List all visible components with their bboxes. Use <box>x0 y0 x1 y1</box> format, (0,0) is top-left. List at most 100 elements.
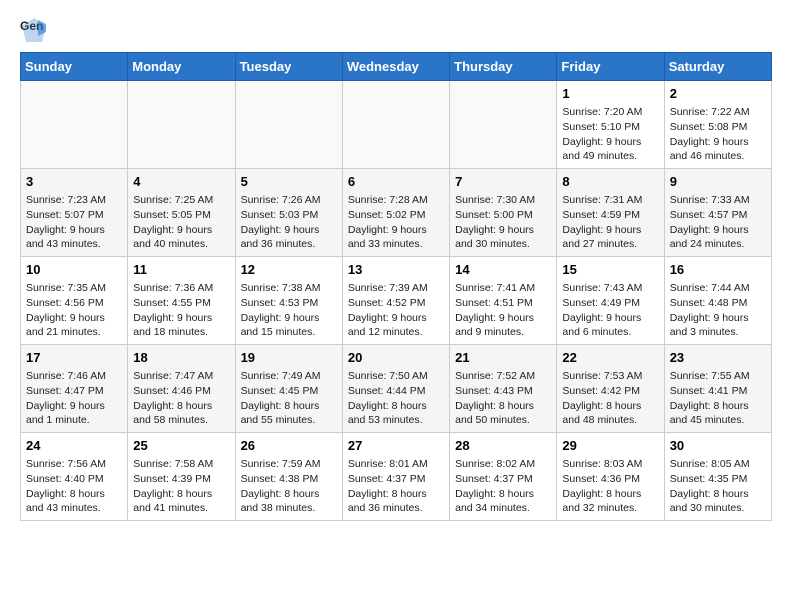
weekday-header: Monday <box>128 53 235 81</box>
calendar-cell <box>450 81 557 169</box>
day-number: 4 <box>133 173 229 191</box>
day-number: 20 <box>348 349 444 367</box>
calendar-cell: 4Sunrise: 7:25 AM Sunset: 5:05 PM Daylig… <box>128 169 235 257</box>
calendar-cell: 10 Sunrise: 7:35 AM Sunset: 4:56 PM Dayli… <box>21 257 128 345</box>
weekday-header: Wednesday <box>342 53 449 81</box>
day-number: 17 <box>26 349 122 367</box>
day-info: Sunrise: 7:36 AM Sunset: 4:55 PM Dayligh… <box>133 281 229 340</box>
day-number: 9 <box>670 173 766 191</box>
logo: Gen <box>20 16 52 44</box>
day-info: Sunrise: 7:59 AM Sunset: 4:38 PM Dayligh… <box>241 457 337 516</box>
day-info: Sunrise: 8:01 AM Sunset: 4:37 PM Dayligh… <box>348 457 444 516</box>
calendar-cell: 2 Sunrise: 7:22 AM Sunset: 5:08 PM Daylig… <box>664 81 771 169</box>
day-info: Sunrise: 7:49 AM Sunset: 4:45 PM Dayligh… <box>241 369 337 428</box>
calendar-cell: 11 Sunrise: 7:36 AM Sunset: 4:55 PM Dayli… <box>128 257 235 345</box>
day-info: Sunrise: 7:39 AM Sunset: 4:52 PM Dayligh… <box>348 281 444 340</box>
calendar-cell: 6 Sunrise: 7:28 AM Sunset: 5:02 PM Daylig… <box>342 169 449 257</box>
weekday-header: Tuesday <box>235 53 342 81</box>
day-info: Sunrise: 7:41 AM Sunset: 4:51 PM Dayligh… <box>455 281 551 340</box>
day-info: Sunrise: 7:50 AM Sunset: 4:44 PM Dayligh… <box>348 369 444 428</box>
day-info: Sunrise: 7:44 AM Sunset: 4:48 PM Dayligh… <box>670 281 766 340</box>
day-info: Sunrise: 7:52 AM Sunset: 4:43 PM Dayligh… <box>455 369 551 428</box>
day-number: 30 <box>670 437 766 455</box>
calendar-cell: 12 Sunrise: 7:38 AM Sunset: 4:53 PM Dayli… <box>235 257 342 345</box>
calendar-week-row: 1 Sunrise: 7:20 AM Sunset: 5:10 PM Daylig… <box>21 81 772 169</box>
day-number: 12 <box>241 261 337 279</box>
day-number: 7 <box>455 173 551 191</box>
calendar-cell: 16 Sunrise: 7:44 AM Sunset: 4:48 PM Dayli… <box>664 257 771 345</box>
day-number: 24 <box>26 437 122 455</box>
day-info: Sunrise: 8:02 AM Sunset: 4:37 PM Dayligh… <box>455 457 551 516</box>
weekday-header: Sunday <box>21 53 128 81</box>
calendar-cell: 30 Sunrise: 8:05 AM Sunset: 4:35 PM Dayli… <box>664 433 771 521</box>
calendar-cell <box>342 81 449 169</box>
day-info: Sunrise: 7:46 AM Sunset: 4:47 PM Dayligh… <box>26 369 122 428</box>
day-number: 3 <box>26 173 122 191</box>
calendar-cell: 9 Sunrise: 7:33 AM Sunset: 4:57 PM Daylig… <box>664 169 771 257</box>
day-info: Sunrise: 7:26 AM Sunset: 5:03 PM Dayligh… <box>241 193 337 252</box>
calendar-week-row: 24 Sunrise: 7:56 AM Sunset: 4:40 PM Dayli… <box>21 433 772 521</box>
day-number: 27 <box>348 437 444 455</box>
calendar-cell: 14Sunrise: 7:41 AM Sunset: 4:51 PM Dayli… <box>450 257 557 345</box>
day-number: 19 <box>241 349 337 367</box>
calendar-cell <box>235 81 342 169</box>
calendar-cell: 13 Sunrise: 7:39 AM Sunset: 4:52 PM Dayli… <box>342 257 449 345</box>
day-info: Sunrise: 8:03 AM Sunset: 4:36 PM Dayligh… <box>562 457 658 516</box>
day-number: 1 <box>562 85 658 103</box>
day-info: Sunrise: 7:47 AM Sunset: 4:46 PM Dayligh… <box>133 369 229 428</box>
day-number: 10 <box>26 261 122 279</box>
day-number: 13 <box>348 261 444 279</box>
day-number: 16 <box>670 261 766 279</box>
calendar-cell: 1 Sunrise: 7:20 AM Sunset: 5:10 PM Daylig… <box>557 81 664 169</box>
day-info: Sunrise: 7:33 AM Sunset: 4:57 PM Dayligh… <box>670 193 766 252</box>
calendar-cell <box>21 81 128 169</box>
calendar-cell: 7Sunrise: 7:30 AM Sunset: 5:00 PM Daylig… <box>450 169 557 257</box>
calendar-cell: 24 Sunrise: 7:56 AM Sunset: 4:40 PM Dayli… <box>21 433 128 521</box>
calendar-cell: 3 Sunrise: 7:23 AM Sunset: 5:07 PM Daylig… <box>21 169 128 257</box>
calendar-cell: 22Sunrise: 7:53 AM Sunset: 4:42 PM Dayli… <box>557 345 664 433</box>
day-info: Sunrise: 7:20 AM Sunset: 5:10 PM Dayligh… <box>562 105 658 164</box>
day-number: 21 <box>455 349 551 367</box>
day-info: Sunrise: 7:22 AM Sunset: 5:08 PM Dayligh… <box>670 105 766 164</box>
weekday-header: Friday <box>557 53 664 81</box>
calendar-cell: 28 Sunrise: 8:02 AM Sunset: 4:37 PM Dayli… <box>450 433 557 521</box>
day-number: 28 <box>455 437 551 455</box>
day-info: Sunrise: 7:31 AM Sunset: 4:59 PM Dayligh… <box>562 193 658 252</box>
day-number: 26 <box>241 437 337 455</box>
calendar-cell: 8 Sunrise: 7:31 AM Sunset: 4:59 PM Daylig… <box>557 169 664 257</box>
day-number: 25 <box>133 437 229 455</box>
day-number: 18 <box>133 349 229 367</box>
calendar-cell <box>128 81 235 169</box>
day-info: Sunrise: 7:28 AM Sunset: 5:02 PM Dayligh… <box>348 193 444 252</box>
calendar-table: SundayMondayTuesdayWednesdayThursdayFrid… <box>20 52 772 521</box>
calendar-cell: 15Sunrise: 7:43 AM Sunset: 4:49 PM Dayli… <box>557 257 664 345</box>
calendar-cell: 26 Sunrise: 7:59 AM Sunset: 4:38 PM Dayli… <box>235 433 342 521</box>
calendar-header-row: SundayMondayTuesdayWednesdayThursdayFrid… <box>21 53 772 81</box>
day-info: Sunrise: 7:23 AM Sunset: 5:07 PM Dayligh… <box>26 193 122 252</box>
calendar-week-row: 10 Sunrise: 7:35 AM Sunset: 4:56 PM Dayli… <box>21 257 772 345</box>
day-info: Sunrise: 7:38 AM Sunset: 4:53 PM Dayligh… <box>241 281 337 340</box>
day-number: 8 <box>562 173 658 191</box>
calendar-cell: 29Sunrise: 8:03 AM Sunset: 4:36 PM Dayli… <box>557 433 664 521</box>
calendar-cell: 20 Sunrise: 7:50 AM Sunset: 4:44 PM Dayli… <box>342 345 449 433</box>
calendar-week-row: 17 Sunrise: 7:46 AM Sunset: 4:47 PM Dayli… <box>21 345 772 433</box>
calendar-body: 1 Sunrise: 7:20 AM Sunset: 5:10 PM Daylig… <box>21 81 772 521</box>
page-header: Gen <box>20 16 772 44</box>
day-info: Sunrise: 7:56 AM Sunset: 4:40 PM Dayligh… <box>26 457 122 516</box>
day-number: 23 <box>670 349 766 367</box>
calendar-cell: 27 Sunrise: 8:01 AM Sunset: 4:37 PM Dayli… <box>342 433 449 521</box>
weekday-header: Thursday <box>450 53 557 81</box>
calendar-cell: 21 Sunrise: 7:52 AM Sunset: 4:43 PM Dayli… <box>450 345 557 433</box>
day-number: 11 <box>133 261 229 279</box>
logo-icon: Gen <box>20 16 48 44</box>
day-number: 6 <box>348 173 444 191</box>
day-info: Sunrise: 8:05 AM Sunset: 4:35 PM Dayligh… <box>670 457 766 516</box>
day-info: Sunrise: 7:35 AM Sunset: 4:56 PM Dayligh… <box>26 281 122 340</box>
day-number: 2 <box>670 85 766 103</box>
weekday-header: Saturday <box>664 53 771 81</box>
day-number: 15 <box>562 261 658 279</box>
day-info: Sunrise: 7:58 AM Sunset: 4:39 PM Dayligh… <box>133 457 229 516</box>
calendar-cell: 25 Sunrise: 7:58 AM Sunset: 4:39 PM Dayli… <box>128 433 235 521</box>
calendar-cell: 17 Sunrise: 7:46 AM Sunset: 4:47 PM Dayli… <box>21 345 128 433</box>
calendar-cell: 19 Sunrise: 7:49 AM Sunset: 4:45 PM Dayli… <box>235 345 342 433</box>
